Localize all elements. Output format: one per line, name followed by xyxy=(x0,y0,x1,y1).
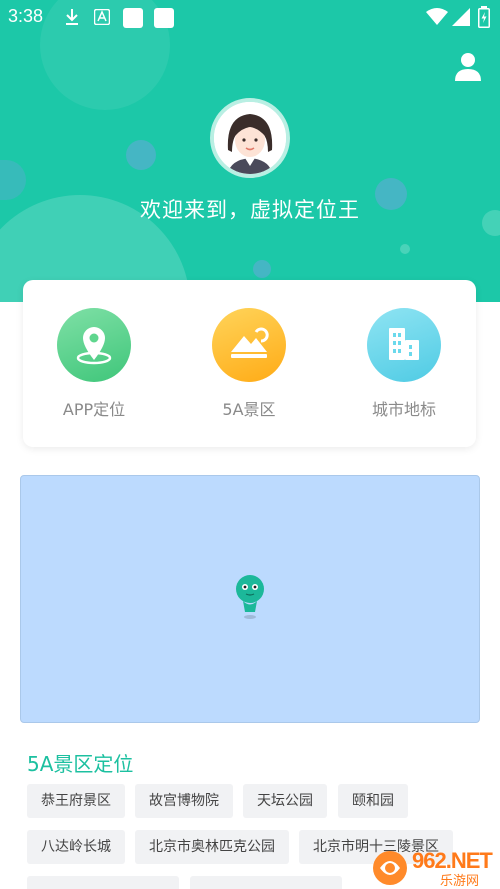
tag-badaling[interactable]: 八达岭长城 xyxy=(27,830,125,864)
welcome-text: 欢迎来到，虚拟定位王 xyxy=(140,198,360,222)
section-title: 5A景区定位 xyxy=(27,752,134,776)
mountain-icon xyxy=(212,308,286,382)
status-bar: 3:38 xyxy=(0,0,500,34)
category-card: APP定位 5A景区 城市地标 xyxy=(23,280,476,447)
signal-icon xyxy=(452,8,470,26)
header-banner: 3:38 欢迎来到，虚拟定位王 xyxy=(0,0,500,302)
status-time: 3:38 xyxy=(8,6,44,26)
tag-gongwangfu[interactable]: 恭王府景区 xyxy=(27,784,125,818)
decor-bubble xyxy=(400,244,410,254)
category-label: APP定位 xyxy=(62,400,126,419)
category-city-landmark[interactable]: 城市地标 xyxy=(349,308,459,420)
watermark-sub: 乐游网 xyxy=(440,874,480,889)
tag-olympic-park[interactable]: 北京市奥林匹克公园 xyxy=(135,830,289,864)
female-avatar-icon xyxy=(210,98,290,178)
map-marker-icon[interactable] xyxy=(233,574,267,620)
tag-summer-palace[interactable]: 颐和园 xyxy=(338,784,408,818)
text-a-icon xyxy=(94,9,110,25)
wifi-icon xyxy=(426,8,448,25)
app-square-icon xyxy=(154,8,174,28)
category-app-location[interactable]: APP定位 xyxy=(39,308,149,420)
category-label: 城市地标 xyxy=(371,400,436,419)
decor-bubble xyxy=(126,140,156,170)
tag-temple-of-heaven[interactable]: 天坛公园 xyxy=(243,784,327,818)
app-square-icon xyxy=(123,8,143,28)
tag-partial[interactable] xyxy=(27,876,179,889)
tag-palace-museum[interactable]: 故宫博物院 xyxy=(135,784,233,818)
person-icon[interactable] xyxy=(454,52,482,82)
download-icon xyxy=(66,9,78,25)
tag-partial[interactable] xyxy=(190,876,342,889)
category-label: 5A景区 xyxy=(222,400,276,419)
decor-bubble xyxy=(253,260,271,278)
watermark-logo: 962.NET 乐游网 xyxy=(370,846,500,889)
map-view[interactable] xyxy=(20,475,480,723)
location-pin-icon xyxy=(57,308,131,382)
battery-charging-icon xyxy=(478,6,490,28)
category-5a-scenic[interactable]: 5A景区 xyxy=(194,308,304,420)
buildings-icon xyxy=(367,308,441,382)
